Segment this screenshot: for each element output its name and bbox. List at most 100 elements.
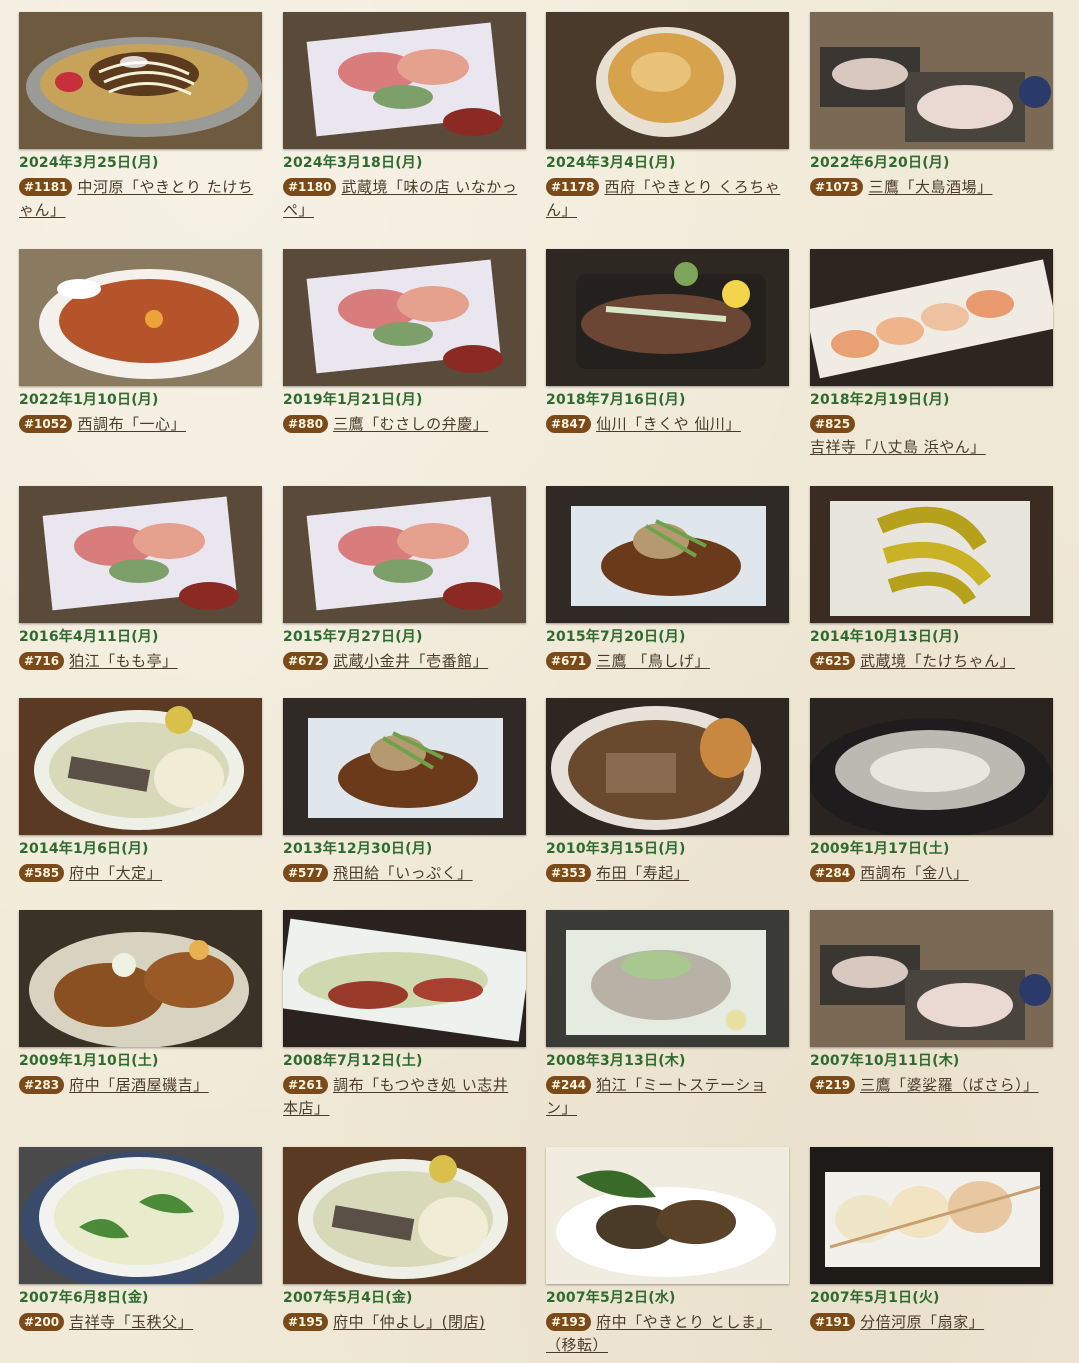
episode-info: #825 吉祥寺「八丈島 浜やん」: [810, 413, 1053, 459]
episode-thumbnail-chawanmushi[interactable]: [19, 1147, 262, 1284]
episode-number-badge: #193: [546, 1313, 592, 1331]
episode-date: 2007年10月11日(木): [810, 1053, 960, 1069]
episode-number-badge: #585: [19, 864, 65, 882]
episode-thumbnail-sashimi-platter[interactable]: [19, 486, 262, 623]
episode-info: #672 武蔵小金井「壱番館」: [283, 650, 526, 673]
episode-number-badge: #1052: [19, 415, 73, 433]
episode-thumbnail-okonomiyaki-plate[interactable]: [19, 12, 262, 149]
episode-date: 2022年1月10日(月): [19, 392, 159, 408]
episode-thumbnail-oden-bowl[interactable]: [19, 698, 262, 835]
episode-title-link[interactable]: 飛田給「いっぷく」: [333, 864, 473, 882]
episode-thumbnail-sashimi-slices[interactable]: [810, 910, 1053, 1047]
episode-thumbnail-sashimi-platter[interactable]: [283, 249, 526, 386]
episode-info: #195 府中「仲よし」(閉店): [283, 1311, 526, 1334]
episode-card: 2009年1月10日(土) #283 府中「居酒屋磯吉」: [19, 910, 262, 1097]
episode-title-link[interactable]: 三鷹 「鳥しげ」: [596, 652, 710, 670]
episode-thumbnail-simmered-fish[interactable]: [283, 698, 526, 835]
episode-card: 2022年6月20日(月) #1073 三鷹「大島酒場」: [810, 12, 1053, 199]
episode-number-badge: #671: [546, 652, 592, 670]
episode-card: 2015年7月27日(月) #672 武蔵小金井「壱番館」: [283, 486, 526, 673]
episode-info: #284 西調布「金八」: [810, 862, 1053, 885]
episode-info: #193 府中「やきとり としま」（移転）: [546, 1311, 789, 1357]
episode-thumbnail-sashimi-platter[interactable]: [283, 486, 526, 623]
episode-info: #585 府中「大定」: [19, 862, 262, 885]
episode-card: 2024年3月4日(月) #1178 西府「やきとり くろちゃん」: [546, 12, 789, 222]
episode-title-link[interactable]: 吉祥寺「玉秩父」: [69, 1313, 193, 1331]
episode-title-link[interactable]: 吉祥寺「八丈島 浜やん」: [810, 436, 1053, 459]
episode-title-link[interactable]: 西調布「一心」: [77, 415, 186, 433]
episode-date: 2009年1月10日(土): [19, 1053, 159, 1069]
episode-title-link[interactable]: 仙川「きくや 仙川」: [596, 415, 741, 433]
episode-date: 2010年3月15日(月): [546, 841, 686, 857]
episode-number-badge: #577: [283, 864, 329, 882]
episode-title-link[interactable]: 布田「寿起」: [596, 864, 689, 882]
episode-card: 2007年5月2日(水) #193 府中「やきとり としま」（移転）: [546, 1147, 789, 1357]
episode-title-link[interactable]: 三鷹「婆娑羅（ばさら）」: [860, 1076, 1039, 1094]
episode-number-badge: #880: [283, 415, 329, 433]
episode-date: 2024年3月25日(月): [19, 155, 159, 171]
episode-thumbnail-sashimi-platter[interactable]: [283, 12, 526, 149]
episode-date: 2007年5月4日(金): [283, 1290, 413, 1306]
episode-date: 2019年1月21日(月): [283, 392, 423, 408]
episode-date: 2024年3月18日(月): [283, 155, 423, 171]
episode-title-link[interactable]: 分倍河原「扇家」: [860, 1313, 984, 1331]
episode-thumbnail-motsu-plate[interactable]: [546, 910, 789, 1047]
episode-number-badge: #847: [546, 415, 592, 433]
episode-title-link[interactable]: 府中「仲よし」(閉店): [333, 1313, 485, 1331]
episode-card: 2024年3月18日(月) #1180 武蔵境「味の店 いなかっぺ」: [283, 12, 526, 222]
episode-title-link[interactable]: 三鷹「むさしの弁慶」: [333, 415, 488, 433]
episode-date: 2007年5月1日(火): [810, 1290, 940, 1306]
episode-title-link[interactable]: 狛江「もも亭」: [69, 652, 178, 670]
episode-thumbnail-curry-bowl[interactable]: [19, 249, 262, 386]
episode-title-link[interactable]: 三鷹「大島酒場」: [868, 178, 992, 196]
episode-number-badge: #195: [283, 1313, 329, 1331]
episode-card: 2019年1月21日(月) #880 三鷹「むさしの弁慶」: [283, 249, 526, 436]
episode-number-badge: #625: [810, 652, 856, 670]
episode-card: 2008年7月12日(土) #261 調布「もつやき処 い志井 本店」: [283, 910, 526, 1120]
episode-info: #1181 中河原「やきとり たけちゃん」: [19, 176, 262, 222]
episode-thumbnail-tataki-plate[interactable]: [546, 249, 789, 386]
episode-thumbnail-gratin-dish[interactable]: [546, 12, 789, 149]
episode-title-link[interactable]: 府中「居酒屋磯吉」: [69, 1076, 209, 1094]
episode-card: 2016年4月11日(月) #716 狛江「もも亭」: [19, 486, 262, 673]
episode-thumbnail-grilled-liver[interactable]: [546, 1147, 789, 1284]
episode-thumbnail-fried-chicken[interactable]: [19, 910, 262, 1047]
episode-thumbnail-oden-bowl[interactable]: [283, 1147, 526, 1284]
episode-info: #261 調布「もつやき処 い志井 本店」: [283, 1074, 526, 1120]
episode-card: 2008年3月13日(木) #244 狛江「ミートステーション」: [546, 910, 789, 1120]
episode-number-badge: #1178: [546, 178, 600, 196]
episode-info: #200 吉祥寺「玉秩父」: [19, 1311, 262, 1334]
episode-title-link[interactable]: 武蔵小金井「壱番館」: [333, 652, 488, 670]
episode-number-badge: #1180: [283, 178, 337, 196]
episode-title-link[interactable]: 武蔵境「たけちゃん」: [860, 652, 1015, 670]
episode-card: 2024年3月25日(月) #1181 中河原「やきとり たけちゃん」: [19, 12, 262, 222]
episode-info: #847 仙川「きくや 仙川」: [546, 413, 789, 436]
episode-card: 2007年5月4日(金) #195 府中「仲よし」(閉店): [283, 1147, 526, 1334]
episode-thumbnail-sashimi-slices[interactable]: [810, 12, 1053, 149]
episode-title-link[interactable]: 府中「大定」: [69, 864, 162, 882]
episode-thumbnail-stew-bowl[interactable]: [546, 698, 789, 835]
episode-number-badge: #672: [283, 652, 329, 670]
episode-card: 2007年10月11日(木) #219 三鷹「婆娑羅（ばさら）」: [810, 910, 1053, 1097]
episode-date: 2022年6月20日(月): [810, 155, 950, 171]
episode-number-badge: #244: [546, 1076, 592, 1094]
episode-info: #191 分倍河原「扇家」: [810, 1311, 1053, 1334]
episode-info: #1178 西府「やきとり くろちゃん」: [546, 176, 789, 222]
episode-card: 2009年1月17日(土) #284 西調布「金八」: [810, 698, 1053, 885]
episode-info: #1180 武蔵境「味の店 いなかっぺ」: [283, 176, 526, 222]
episode-title-link[interactable]: 西調布「金八」: [860, 864, 969, 882]
episode-card: 2013年12月30日(月) #577 飛田給「いっぷく」: [283, 698, 526, 885]
episode-info: #353 布田「寿起」: [546, 862, 789, 885]
episode-date: 2009年1月17日(土): [810, 841, 950, 857]
episode-number-badge: #200: [19, 1313, 65, 1331]
episode-thumbnail-grilled-scallops[interactable]: [810, 1147, 1053, 1284]
episode-number-badge: #353: [546, 864, 592, 882]
episode-info: #716 狛江「もも亭」: [19, 650, 262, 673]
episode-thumbnail-simmered-fish[interactable]: [546, 486, 789, 623]
episode-thumbnail-fugu-sashimi[interactable]: [810, 698, 1053, 835]
episode-date: 2007年5月2日(水): [546, 1290, 676, 1306]
episode-thumbnail-corn-pieces[interactable]: [810, 486, 1053, 623]
episode-thumbnail-sushi-row[interactable]: [810, 249, 1053, 386]
episode-info: #880 三鷹「むさしの弁慶」: [283, 413, 526, 436]
episode-thumbnail-negi-tataki[interactable]: [283, 910, 526, 1047]
